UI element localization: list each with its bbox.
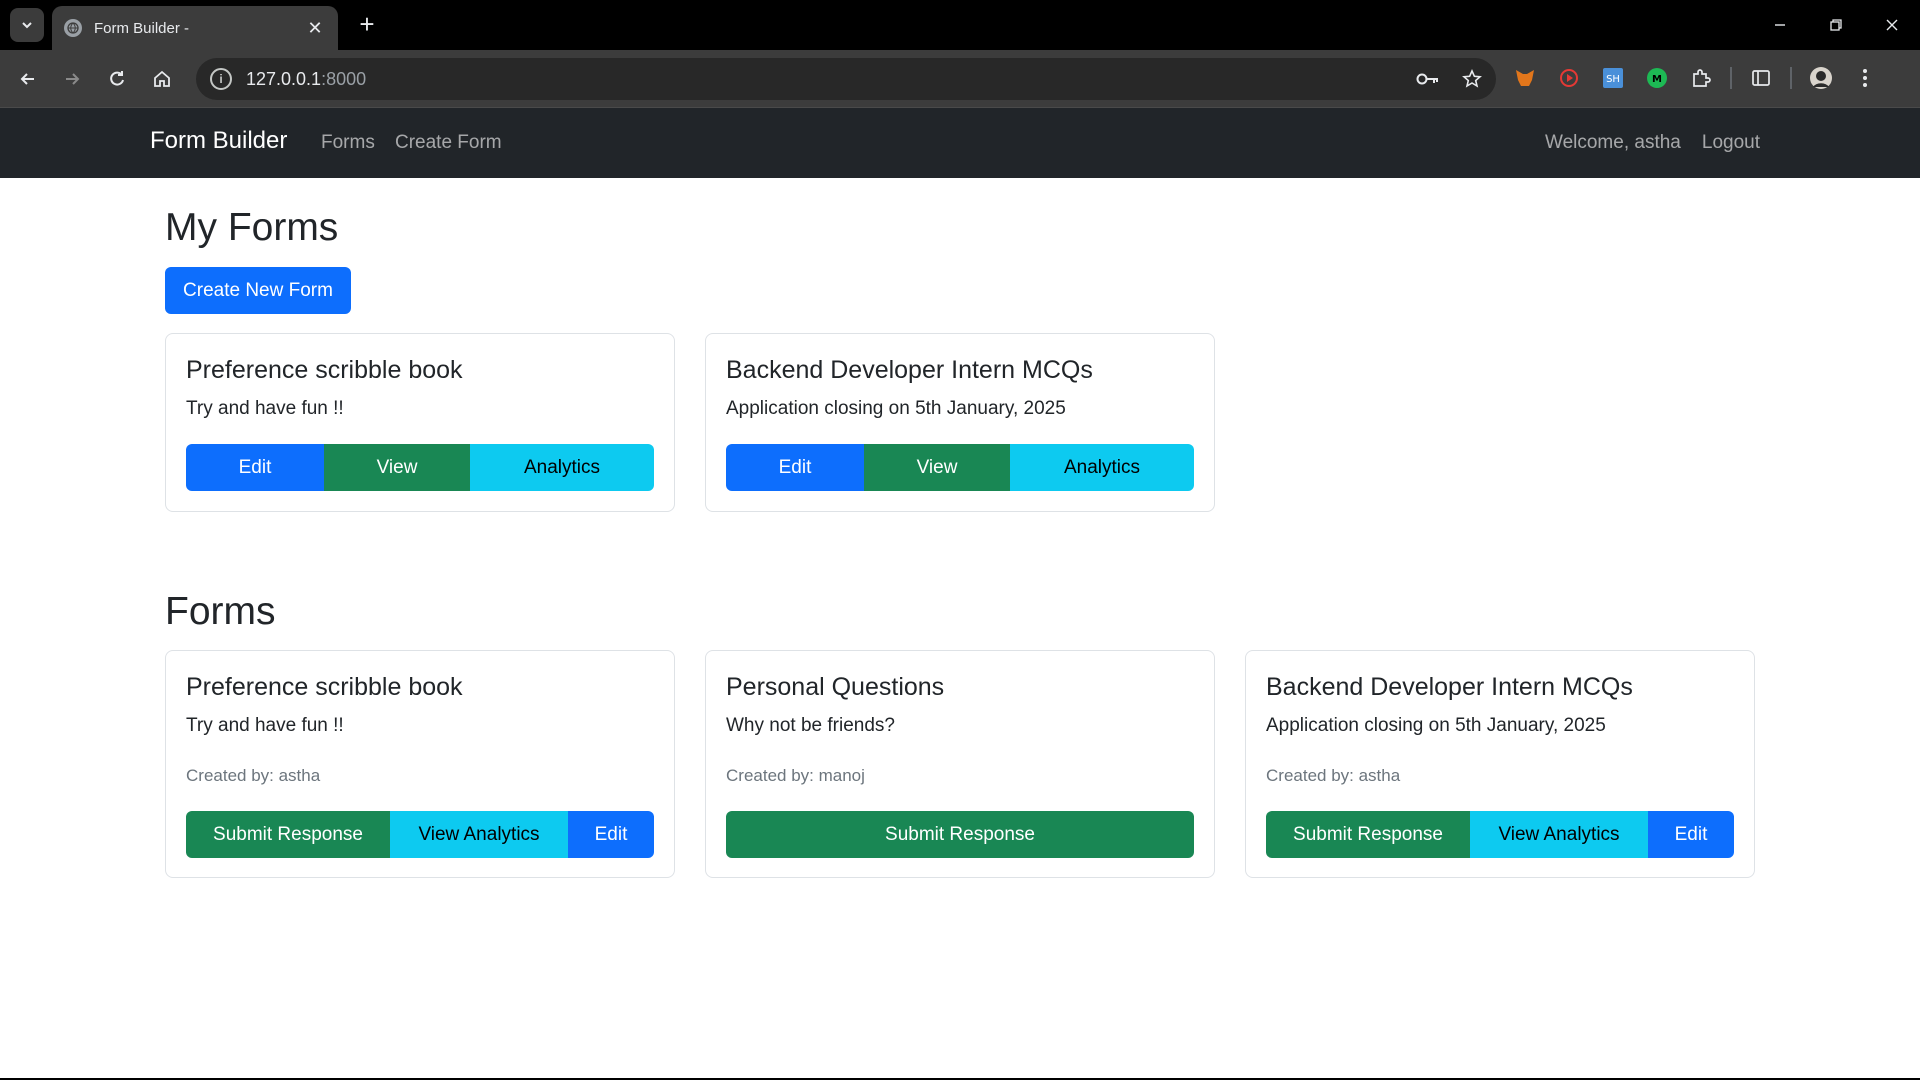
minimize-button[interactable] <box>1752 0 1808 50</box>
browser-toolbar: i 127.0.0.1:8000 SH M <box>0 50 1920 108</box>
toolbar-separator <box>1730 67 1732 89</box>
chevron-down-icon <box>22 22 32 29</box>
my-forms-heading: My Forms <box>165 206 339 249</box>
reload-icon <box>110 71 124 86</box>
forms-heading: Forms <box>165 590 276 633</box>
globe-icon <box>64 19 82 37</box>
card-description: Why not be friends? <box>726 715 895 736</box>
card-title: Preference scribble book <box>186 673 463 701</box>
home-button[interactable] <box>146 63 178 95</box>
created-by-text: Created by: astha <box>186 766 321 785</box>
navbar-user-area: Welcome, astha Logout <box>1545 132 1760 154</box>
card-description: Application closing on 5th January, 2025 <box>1266 715 1606 736</box>
card-button-group: Submit Response <box>726 811 1194 858</box>
reload-button[interactable] <box>101 63 133 95</box>
window-controls <box>1752 0 1920 50</box>
close-window-button[interactable] <box>1864 0 1920 50</box>
card-title: Backend Developer Intern MCQs <box>726 356 1093 384</box>
card-description: Application closing on 5th January, 2025 <box>726 398 1066 419</box>
view-button[interactable]: View <box>864 444 1010 491</box>
card-button-group: Submit Response View Analytics Edit <box>1266 811 1734 858</box>
key-icon[interactable] <box>1416 71 1440 87</box>
app-navbar: Form Builder Forms Create Form Welcome, … <box>0 108 1920 178</box>
profile-avatar[interactable] <box>1806 63 1836 93</box>
back-button[interactable] <box>12 63 44 95</box>
my-form-card: Backend Developer Intern MCQs Applicatio… <box>705 333 1215 512</box>
card-title: Backend Developer Intern MCQs <box>1266 673 1633 701</box>
card-title: Preference scribble book <box>186 356 463 384</box>
metamask-icon[interactable] <box>1510 63 1540 93</box>
my-form-card: Preference scribble book Try and have fu… <box>165 333 675 512</box>
card-button-group: Submit Response View Analytics Edit <box>186 811 654 858</box>
more-menu-icon[interactable] <box>1850 63 1880 93</box>
create-new-form-button[interactable]: Create New Form <box>165 267 351 314</box>
forward-button[interactable] <box>56 63 88 95</box>
url-host: 127.0.0.1 <box>246 68 322 89</box>
sh-extension-icon[interactable]: SH <box>1598 63 1628 93</box>
logout-link[interactable]: Logout <box>1702 132 1760 154</box>
restore-button[interactable] <box>1808 0 1864 50</box>
sidebar-icon[interactable] <box>1746 63 1776 93</box>
analytics-button[interactable]: Analytics <box>1010 444 1194 491</box>
edit-button[interactable]: Edit <box>568 811 654 858</box>
arrow-left-icon <box>20 73 34 85</box>
submit-response-button[interactable]: Submit Response <box>1266 811 1470 858</box>
close-icon <box>1886 19 1898 31</box>
browser-tab-strip: Form Builder - ✕ + <box>0 0 1920 50</box>
address-bar[interactable]: i 127.0.0.1:8000 <box>196 58 1496 100</box>
card-description: Try and have fun !! <box>186 398 344 419</box>
card-button-group: Edit View Analytics <box>726 444 1194 491</box>
svg-text:SH: SH <box>1606 74 1620 85</box>
form-card: Backend Developer Intern MCQs Applicatio… <box>1245 650 1755 878</box>
created-by-text: Created by: astha <box>1266 766 1401 785</box>
puzzle-icon[interactable] <box>1686 63 1716 93</box>
record-icon[interactable] <box>1554 63 1584 93</box>
edit-button[interactable]: Edit <box>1648 811 1734 858</box>
view-button[interactable]: View <box>324 444 470 491</box>
close-tab-icon[interactable]: ✕ <box>304 18 326 39</box>
svg-text:M: M <box>1652 74 1662 85</box>
m-extension-icon[interactable]: M <box>1642 63 1672 93</box>
edit-button[interactable]: Edit <box>726 444 864 491</box>
brand-link[interactable]: Form Builder <box>150 127 287 155</box>
form-card: Preference scribble book Try and have fu… <box>165 650 675 878</box>
toolbar-separator <box>1790 67 1792 89</box>
card-title: Personal Questions <box>726 673 945 701</box>
site-info-icon[interactable]: i <box>210 68 232 90</box>
new-tab-button[interactable]: + <box>352 10 382 40</box>
edit-button[interactable]: Edit <box>186 444 324 491</box>
nav-link-forms[interactable]: Forms <box>321 132 375 154</box>
card-button-group: Edit View Analytics <box>186 444 654 491</box>
browser-tab[interactable]: Form Builder - ✕ <box>52 6 338 50</box>
view-analytics-button[interactable]: View Analytics <box>1470 811 1648 858</box>
submit-response-button[interactable]: Submit Response <box>726 811 1194 858</box>
submit-response-button[interactable]: Submit Response <box>186 811 390 858</box>
arrow-right-icon <box>66 73 80 85</box>
home-icon <box>154 70 170 87</box>
welcome-text: Welcome, astha <box>1544 132 1681 153</box>
nav-link-create-form[interactable]: Create Form <box>395 132 502 154</box>
minimize-icon <box>1775 24 1785 26</box>
view-analytics-button[interactable]: View Analytics <box>390 811 568 858</box>
form-card: Personal Questions Why not be friends? C… <box>705 650 1215 878</box>
main-content: My Forms Create New Form Preference scri… <box>0 178 1920 1080</box>
tab-search-button[interactable] <box>10 8 44 42</box>
url-port: :8000 <box>321 68 367 89</box>
created-by-text: Created by: manoj <box>726 766 865 785</box>
extensions-row: SH M <box>1510 63 1880 93</box>
card-description: Try and have fun !! <box>186 715 344 736</box>
tab-title: Form Builder - <box>94 19 190 37</box>
star-icon[interactable] <box>1462 69 1482 89</box>
analytics-button[interactable]: Analytics <box>470 444 654 491</box>
restore-icon <box>1830 19 1842 31</box>
